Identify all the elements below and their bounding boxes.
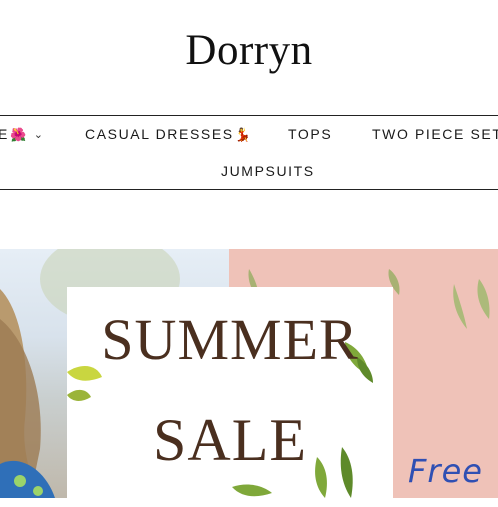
nav-bottom-border <box>0 189 498 190</box>
nav-item-label: JUMPSUITS <box>221 163 315 179</box>
nav-item-jumpsuits[interactable]: JUMPSUITS <box>221 163 315 179</box>
nav-item-tops[interactable]: TOPS <box>288 126 332 142</box>
nav-item-two-piece-set[interactable]: TWO PIECE SET <box>372 126 498 142</box>
nav-item-label: TWO PIECE SET <box>372 126 498 142</box>
sale-title-line2: SALE <box>153 407 307 473</box>
nav-item-label: CASUAL DRESSES <box>85 126 234 142</box>
nav-top-border <box>0 115 498 116</box>
free-shipping-text: Free <box>408 452 483 490</box>
nav-item-label: E <box>0 126 9 142</box>
hibiscus-icon: 🌺 <box>9 127 28 142</box>
nav-item-casual-dresses[interactable]: CASUAL DRESSES💃 <box>85 126 253 143</box>
nav-item-label: TOPS <box>288 126 333 142</box>
sale-title-line1: SUMMER <box>101 307 359 372</box>
nav-item-collection-dropdown[interactable]: E🌺 ⌄ <box>0 126 45 143</box>
chevron-down-icon: ⌄ <box>33 129 45 141</box>
store-logo[interactable]: Dorryn <box>0 26 498 75</box>
dancer-icon: 💃 <box>234 127 253 142</box>
